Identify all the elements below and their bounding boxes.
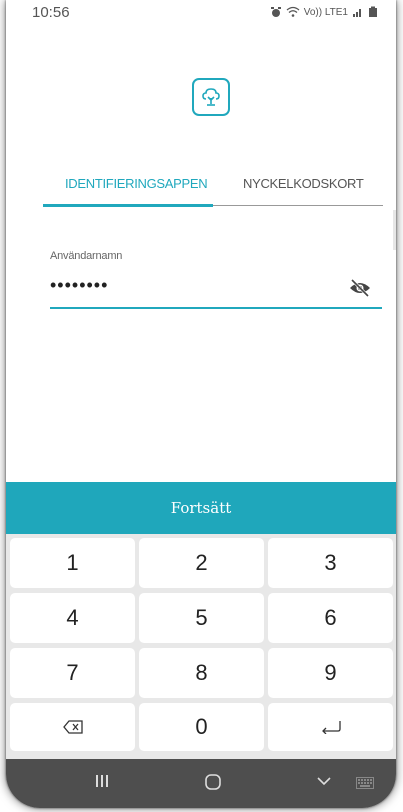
scroll-indicator bbox=[393, 210, 396, 250]
username-label: Användarnamn bbox=[50, 250, 123, 262]
key-9[interactable]: 9 bbox=[268, 648, 393, 698]
status-bar: 10:56 Vo)) LTE1 bbox=[6, 0, 396, 30]
signal-icon bbox=[353, 9, 361, 17]
key-0[interactable]: 0 bbox=[139, 703, 264, 751]
enter-icon bbox=[321, 721, 341, 734]
username-input[interactable] bbox=[50, 275, 320, 296]
login-tabs: IDENTIFIERINGSAPPEN NYCKELKODSKORT bbox=[43, 168, 383, 208]
home-icon[interactable] bbox=[204, 773, 222, 791]
eye-off-icon[interactable] bbox=[348, 278, 372, 298]
tab-nyckelkodskort[interactable]: NYCKELKODSKORT bbox=[243, 176, 364, 191]
recents-icon[interactable] bbox=[94, 773, 110, 789]
key-backspace[interactable] bbox=[10, 703, 135, 751]
key-enter[interactable] bbox=[268, 703, 393, 751]
alarm-icon bbox=[270, 7, 281, 17]
key-5[interactable]: 5 bbox=[139, 593, 264, 643]
status-icons: Vo)) LTE1 bbox=[270, 6, 378, 18]
username-field-container bbox=[50, 275, 382, 305]
tab-active-indicator bbox=[43, 204, 213, 207]
keyboard-icon[interactable] bbox=[356, 777, 374, 789]
continue-button[interactable]: Fortsätt bbox=[6, 482, 396, 534]
status-time: 10:56 bbox=[32, 4, 70, 21]
numeric-keypad: 1 2 3 4 5 6 7 8 9 0 bbox=[6, 534, 396, 759]
tree-icon bbox=[202, 88, 220, 106]
network-type: Vo)) LTE1 bbox=[303, 6, 348, 18]
app-logo bbox=[192, 78, 230, 116]
tab-identifieringsappen[interactable]: IDENTIFIERINGSAPPEN bbox=[65, 176, 208, 191]
key-1[interactable]: 1 bbox=[10, 538, 135, 588]
backspace-icon bbox=[62, 720, 83, 734]
key-8[interactable]: 8 bbox=[139, 648, 264, 698]
key-3[interactable]: 3 bbox=[268, 538, 393, 588]
phone-screen: 10:56 Vo)) LTE1 IDENTIFIERINGSAPPEN NYCK… bbox=[6, 0, 396, 808]
key-4[interactable]: 4 bbox=[10, 593, 135, 643]
hide-keyboard-icon[interactable] bbox=[316, 773, 332, 789]
username-underline bbox=[50, 307, 382, 309]
system-nav-bar bbox=[6, 759, 396, 808]
key-6[interactable]: 6 bbox=[268, 593, 393, 643]
key-2[interactable]: 2 bbox=[139, 538, 264, 588]
battery-icon bbox=[369, 6, 377, 17]
key-7[interactable]: 7 bbox=[10, 648, 135, 698]
wifi-icon bbox=[286, 6, 300, 17]
